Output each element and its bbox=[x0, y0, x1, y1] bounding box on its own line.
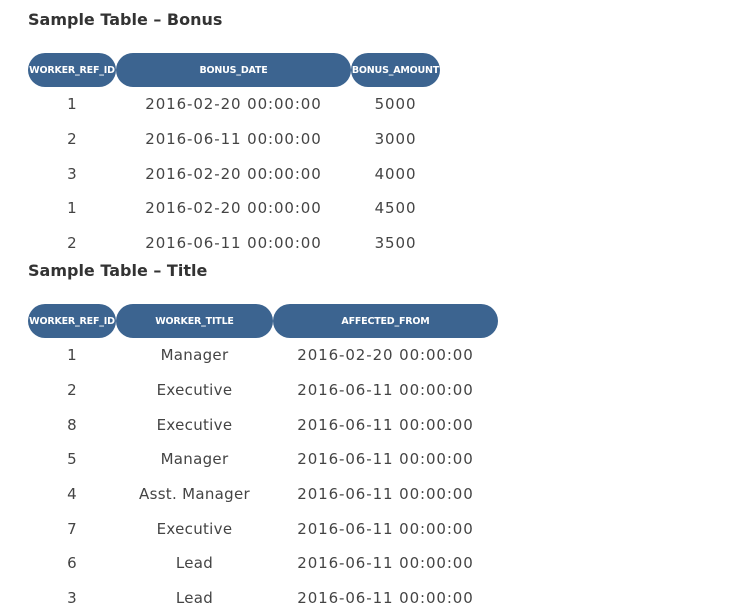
cell-worker-ref-id: 2 bbox=[67, 234, 77, 253]
column-header-worker-ref-id: WORKER_REF_ID bbox=[28, 304, 116, 338]
table-row: 8 Executive 2016-06-11 00:00:00 bbox=[28, 407, 498, 442]
table-row: 5 Manager 2016-06-11 00:00:00 bbox=[28, 442, 498, 477]
cell-bonus-amount: 5000 bbox=[374, 95, 417, 114]
title-table-title: Sample Table – Title bbox=[28, 261, 208, 280]
cell-bonus-amount: 3500 bbox=[374, 234, 417, 253]
cell-worker-ref-id: 3 bbox=[67, 589, 77, 608]
table-row: 3 2016-02-20 00:00:00 4000 bbox=[28, 156, 440, 191]
table-row: 4 Asst. Manager 2016-06-11 00:00:00 bbox=[28, 477, 498, 512]
cell-worker-title: Executive bbox=[156, 519, 233, 538]
cell-worker-ref-id: 7 bbox=[67, 519, 77, 538]
cell-worker-title: Executive bbox=[156, 415, 233, 434]
table-row: 3 Lead 2016-06-11 00:00:00 bbox=[28, 581, 498, 616]
cell-bonus-amount: 4000 bbox=[374, 164, 417, 183]
cell-bonus-date: 2016-02-20 00:00:00 bbox=[145, 95, 322, 114]
column-header-affected-from: AFFECTED_FROM bbox=[273, 304, 498, 338]
table-row: 6 Lead 2016-06-11 00:00:00 bbox=[28, 546, 498, 581]
column-header-bonus-date: BONUS_DATE bbox=[116, 53, 351, 87]
cell-affected-from: 2016-02-20 00:00:00 bbox=[297, 346, 474, 365]
bonus-table: WORKER_REF_ID BONUS_DATE BONUS_AMOUNT 1 … bbox=[28, 53, 440, 260]
table-row: 2 Executive 2016-06-11 00:00:00 bbox=[28, 373, 498, 408]
cell-worker-ref-id: 2 bbox=[67, 381, 77, 400]
cell-affected-from: 2016-06-11 00:00:00 bbox=[297, 554, 474, 573]
cell-worker-ref-id: 1 bbox=[67, 95, 77, 114]
cell-worker-title: Manager bbox=[160, 346, 229, 365]
cell-worker-title: Lead bbox=[175, 554, 214, 573]
cell-affected-from: 2016-06-11 00:00:00 bbox=[297, 485, 474, 504]
cell-affected-from: 2016-06-11 00:00:00 bbox=[297, 589, 474, 608]
cell-worker-title: Lead bbox=[175, 589, 214, 608]
cell-worker-ref-id: 2 bbox=[67, 130, 77, 149]
cell-worker-ref-id: 8 bbox=[67, 415, 77, 434]
bonus-header-row: WORKER_REF_ID BONUS_DATE BONUS_AMOUNT bbox=[28, 53, 440, 87]
cell-affected-from: 2016-06-11 00:00:00 bbox=[297, 415, 474, 434]
cell-bonus-date: 2016-02-20 00:00:00 bbox=[145, 199, 322, 218]
column-header-worker-title: WORKER_TITLE bbox=[116, 304, 273, 338]
cell-bonus-amount: 4500 bbox=[374, 199, 417, 218]
table-row: 1 Manager 2016-02-20 00:00:00 bbox=[28, 338, 498, 373]
table-row: 7 Executive 2016-06-11 00:00:00 bbox=[28, 511, 498, 546]
cell-worker-ref-id: 1 bbox=[67, 199, 77, 218]
table-row: 1 2016-02-20 00:00:00 4500 bbox=[28, 191, 440, 226]
column-header-worker-ref-id: WORKER_REF_ID bbox=[28, 53, 116, 87]
cell-bonus-date: 2016-06-11 00:00:00 bbox=[145, 130, 322, 149]
cell-worker-title: Manager bbox=[160, 450, 229, 469]
cell-worker-ref-id: 6 bbox=[67, 554, 77, 573]
cell-affected-from: 2016-06-11 00:00:00 bbox=[297, 519, 474, 538]
cell-bonus-date: 2016-06-11 00:00:00 bbox=[145, 234, 322, 253]
table-row: 1 2016-02-20 00:00:00 5000 bbox=[28, 87, 440, 122]
table-row: 2 2016-06-11 00:00:00 3500 bbox=[28, 226, 440, 261]
cell-worker-ref-id: 1 bbox=[67, 346, 77, 365]
title-header-row: WORKER_REF_ID WORKER_TITLE AFFECTED_FROM bbox=[28, 304, 498, 338]
cell-affected-from: 2016-06-11 00:00:00 bbox=[297, 450, 474, 469]
title-table: WORKER_REF_ID WORKER_TITLE AFFECTED_FROM… bbox=[28, 304, 498, 616]
cell-worker-title: Executive bbox=[156, 381, 233, 400]
cell-bonus-date: 2016-02-20 00:00:00 bbox=[145, 164, 322, 183]
cell-worker-title: Asst. Manager bbox=[139, 485, 250, 504]
cell-worker-ref-id: 3 bbox=[67, 164, 77, 183]
table-row: 2 2016-06-11 00:00:00 3000 bbox=[28, 122, 440, 157]
cell-worker-ref-id: 4 bbox=[67, 485, 77, 504]
cell-bonus-amount: 3000 bbox=[374, 130, 417, 149]
cell-affected-from: 2016-06-11 00:00:00 bbox=[297, 381, 474, 400]
cell-worker-ref-id: 5 bbox=[67, 450, 77, 469]
column-header-bonus-amount: BONUS_AMOUNT bbox=[351, 53, 440, 87]
bonus-table-title: Sample Table – Bonus bbox=[28, 10, 223, 29]
